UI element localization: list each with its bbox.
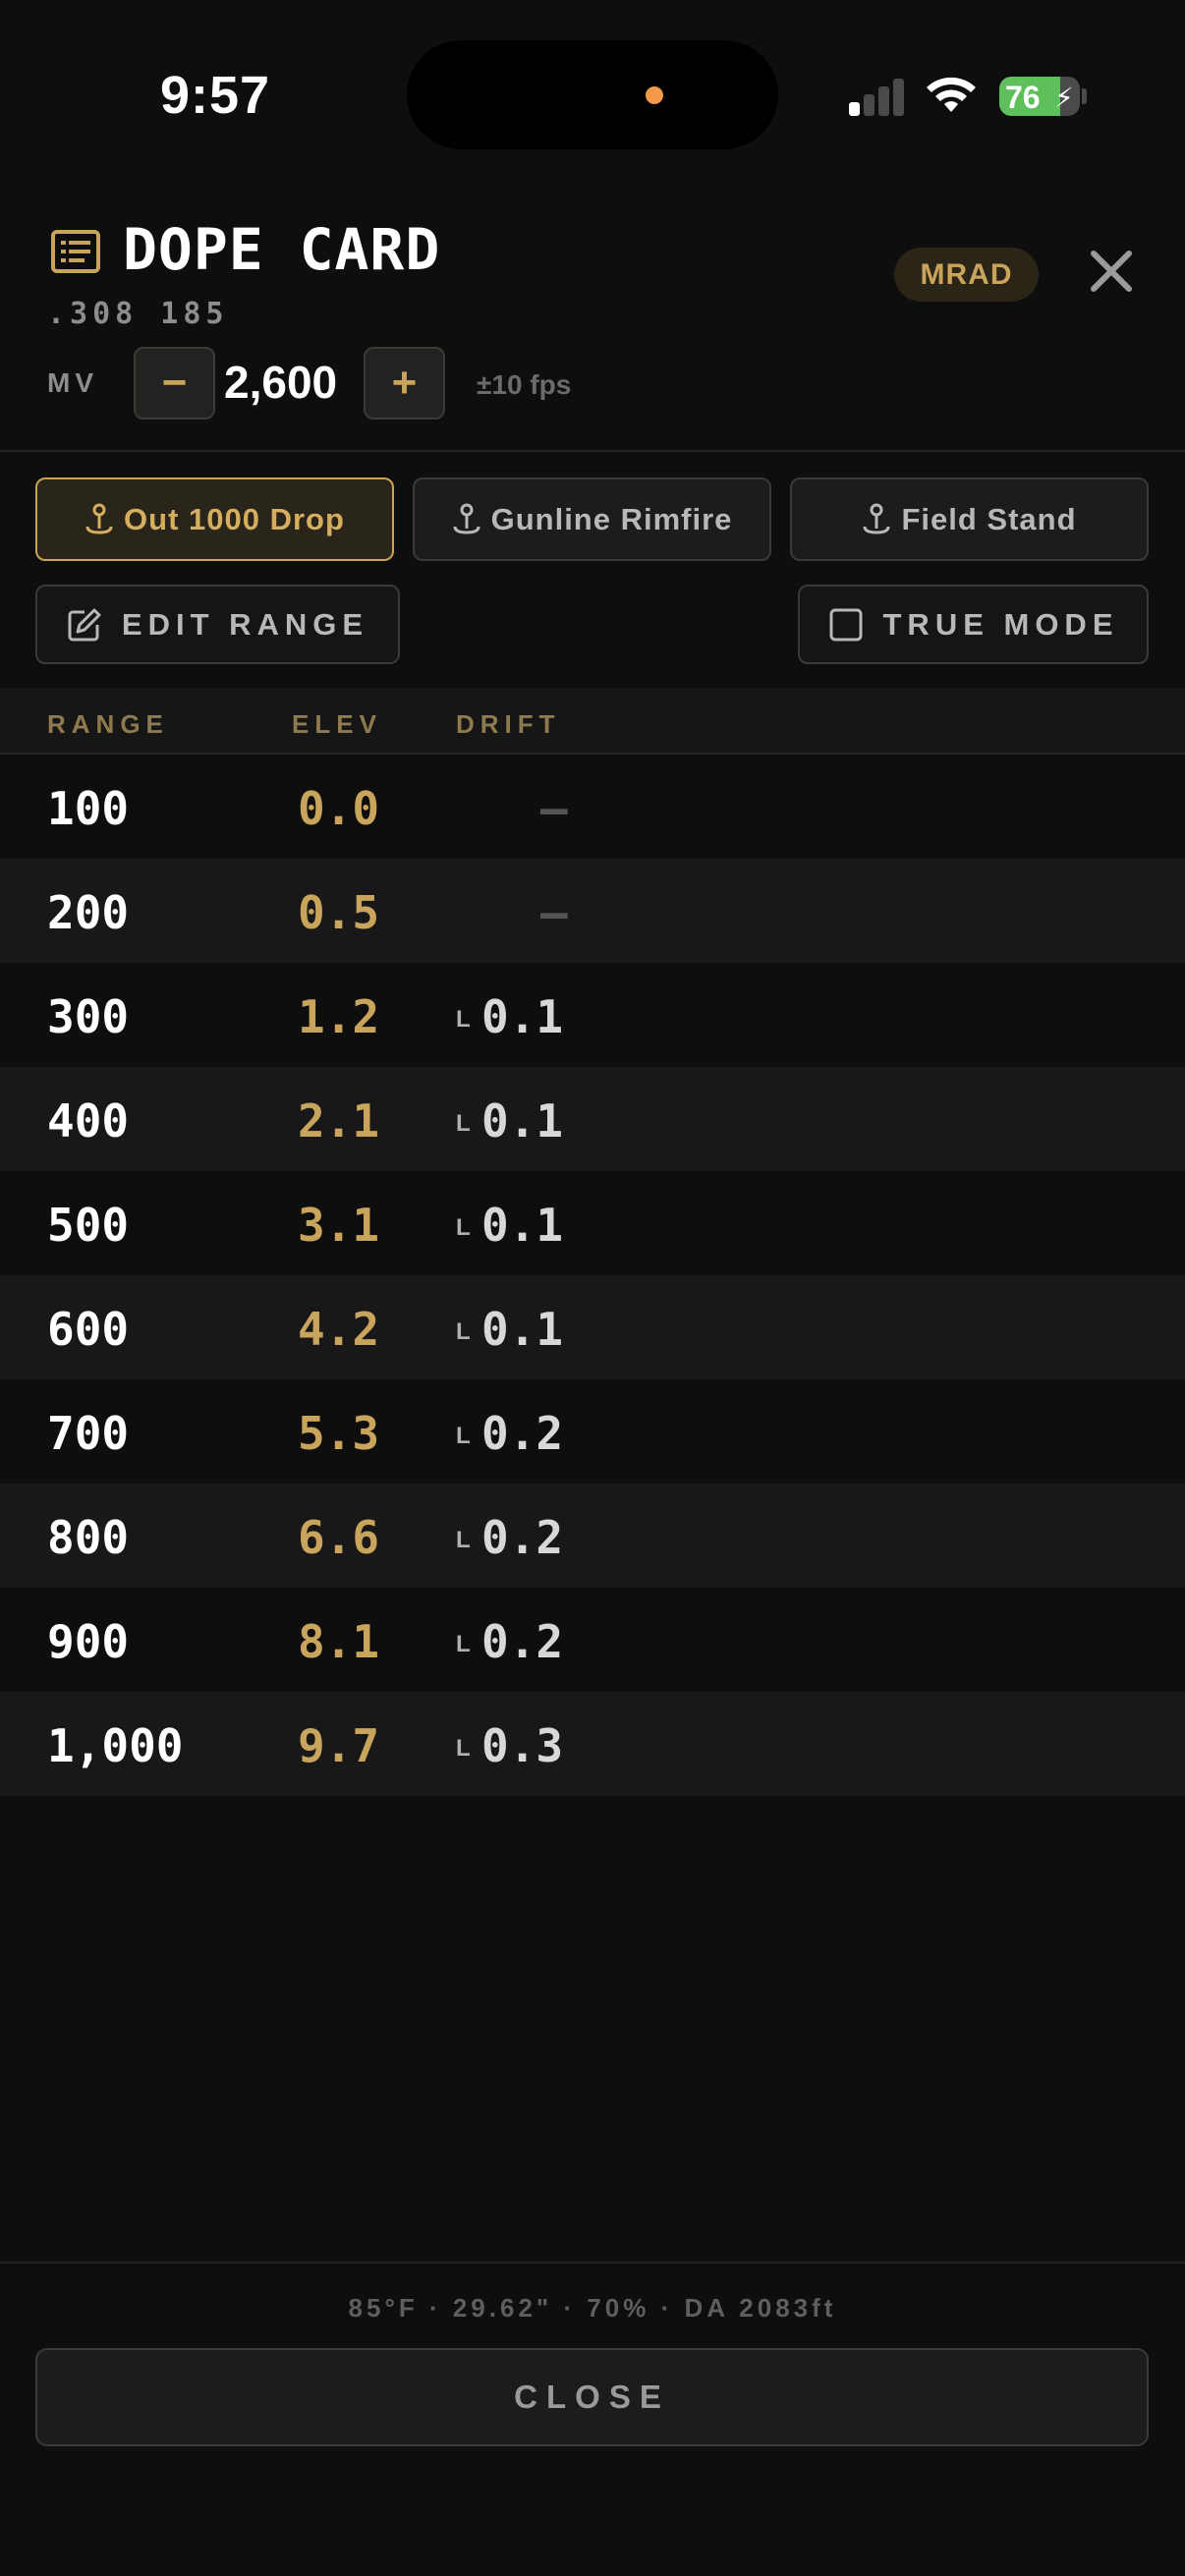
drift-cell: 0.2 (481, 1511, 564, 1564)
edit-range-label: EDIT RANGE (121, 606, 369, 642)
drift-cell: — (540, 782, 568, 835)
battery-icon: 76 ⚡ (999, 77, 1080, 116)
range-cell: 1,000 (47, 1719, 184, 1772)
table-row: 800 6.6 L 0.2 (0, 1484, 1185, 1588)
profile-tab-label: Gunline Rimfire (490, 501, 733, 536)
charging-bolt-icon: ⚡ (1054, 83, 1074, 113)
elevation-cell: 1.2 (298, 990, 380, 1043)
table-row: 200 0.5 — (0, 859, 1185, 963)
edit-icon (68, 608, 101, 641)
elevation-cell: 0.5 (298, 886, 380, 939)
wifi-icon (927, 77, 976, 112)
drift-cell: 0.2 (481, 1407, 564, 1460)
signal-bar (849, 102, 860, 116)
column-header-drift: DRIFT (456, 709, 561, 739)
mv-decrement-button[interactable]: − (134, 347, 215, 420)
unit-badge[interactable]: MRAD (894, 248, 1039, 302)
range-cell: 700 (47, 1407, 130, 1460)
drift-direction: L (456, 1631, 471, 1657)
cartridge-subtitle: .308 185 (47, 297, 229, 331)
battery-percent: 76 (1005, 80, 1041, 115)
drift-direction: L (456, 1527, 471, 1553)
close-button[interactable]: CLOSE (35, 2348, 1149, 2446)
true-mode-toggle[interactable]: TRUE MODE (798, 585, 1149, 664)
atmospheric-conditions: 85°F · 29.62" · 70% · DA 2083ft (348, 2293, 837, 2323)
drift-direction: L (456, 1214, 471, 1241)
table-row: 700 5.3 L 0.2 (0, 1379, 1185, 1484)
range-cell: 200 (47, 886, 130, 939)
dynamic-island (407, 40, 778, 149)
table-row: 1,000 9.7 L 0.3 (0, 1692, 1185, 1796)
profile-tab-field-stand[interactable]: Field Stand (790, 477, 1149, 561)
drift-cell: 0.2 (481, 1615, 564, 1668)
status-time: 9:57 (160, 66, 271, 125)
drift-cell: 0.1 (481, 1303, 564, 1356)
dope-table: 100 0.0 — 200 0.5 — 300 1.2 L 0.1 400 2.… (0, 755, 1185, 1796)
mv-value: 2,600 (224, 357, 338, 408)
true-mode-label: TRUE MODE (882, 606, 1119, 642)
checkbox-unchecked-icon (829, 608, 862, 641)
mv-step-hint: ±10 fps (477, 369, 572, 400)
elevation-cell: 4.2 (298, 1303, 380, 1356)
elevation-cell: 9.7 (298, 1719, 380, 1772)
elevation-cell: 3.1 (298, 1199, 380, 1252)
table-row: 100 0.0 — (0, 755, 1185, 859)
table-header: RANGE ELEV DRIFT (0, 688, 1185, 755)
drift-cell: 0.1 (481, 1094, 564, 1148)
drift-direction: L (456, 1735, 471, 1762)
table-row: 900 8.1 L 0.2 (0, 1588, 1185, 1692)
drift-cell: 0.3 (481, 1719, 564, 1772)
table-row: 500 3.1 L 0.1 (0, 1171, 1185, 1275)
cellular-signal-icon (849, 77, 908, 116)
dope-card-header: DOPE CARD .308 185 MRAD MV − 2,600 + ±10… (0, 187, 1185, 452)
battery-cap (1082, 88, 1087, 104)
signal-bar (878, 86, 889, 116)
profile-tab-out-1000-drop[interactable]: Out 1000 Drop (35, 477, 394, 561)
drift-direction: L (456, 1006, 471, 1033)
privacy-indicator-dot (646, 86, 663, 104)
range-cell: 100 (47, 782, 130, 835)
table-row: 400 2.1 L 0.1 (0, 1067, 1185, 1171)
range-cell: 400 (47, 1094, 130, 1148)
mv-increment-button[interactable]: + (364, 347, 445, 420)
pin-icon (863, 503, 890, 534)
range-cell: 600 (47, 1303, 130, 1356)
range-cell: 900 (47, 1615, 130, 1668)
pin-icon (453, 503, 480, 534)
column-header-elev: ELEV (292, 709, 382, 739)
signal-bar (893, 79, 904, 116)
range-cell: 500 (47, 1199, 130, 1252)
profile-tab-gunline-rimfire[interactable]: Gunline Rimfire (413, 477, 771, 561)
status-bar: 9:57 76 ⚡ (0, 0, 1185, 187)
drift-direction: L (456, 1423, 471, 1449)
pin-icon (85, 503, 113, 534)
elevation-cell: 8.1 (298, 1615, 380, 1668)
header-divider (0, 450, 1185, 452)
edit-range-button[interactable]: EDIT RANGE (35, 585, 400, 664)
drift-cell: 0.1 (481, 990, 564, 1043)
column-header-range: RANGE (47, 709, 169, 739)
page-title: DOPE CARD (123, 216, 441, 283)
elevation-cell: 2.1 (298, 1094, 380, 1148)
profile-tab-label: Out 1000 Drop (124, 501, 345, 536)
drift-cell: — (540, 886, 568, 939)
drift-direction: L (456, 1110, 471, 1137)
footer-divider (0, 2262, 1185, 2264)
signal-bar (864, 94, 875, 116)
profile-tab-label: Field Stand (901, 501, 1077, 536)
range-cell: 300 (47, 990, 130, 1043)
close-icon[interactable] (1086, 246, 1137, 297)
mv-label: MV (47, 367, 98, 398)
document-list-icon (51, 230, 100, 273)
elevation-cell: 6.6 (298, 1511, 380, 1564)
table-row: 600 4.2 L 0.1 (0, 1275, 1185, 1379)
range-cell: 800 (47, 1511, 130, 1564)
elevation-cell: 5.3 (298, 1407, 380, 1460)
elevation-cell: 0.0 (298, 782, 380, 835)
drift-cell: 0.1 (481, 1199, 564, 1252)
drift-direction: L (456, 1318, 471, 1345)
table-row: 300 1.2 L 0.1 (0, 963, 1185, 1067)
